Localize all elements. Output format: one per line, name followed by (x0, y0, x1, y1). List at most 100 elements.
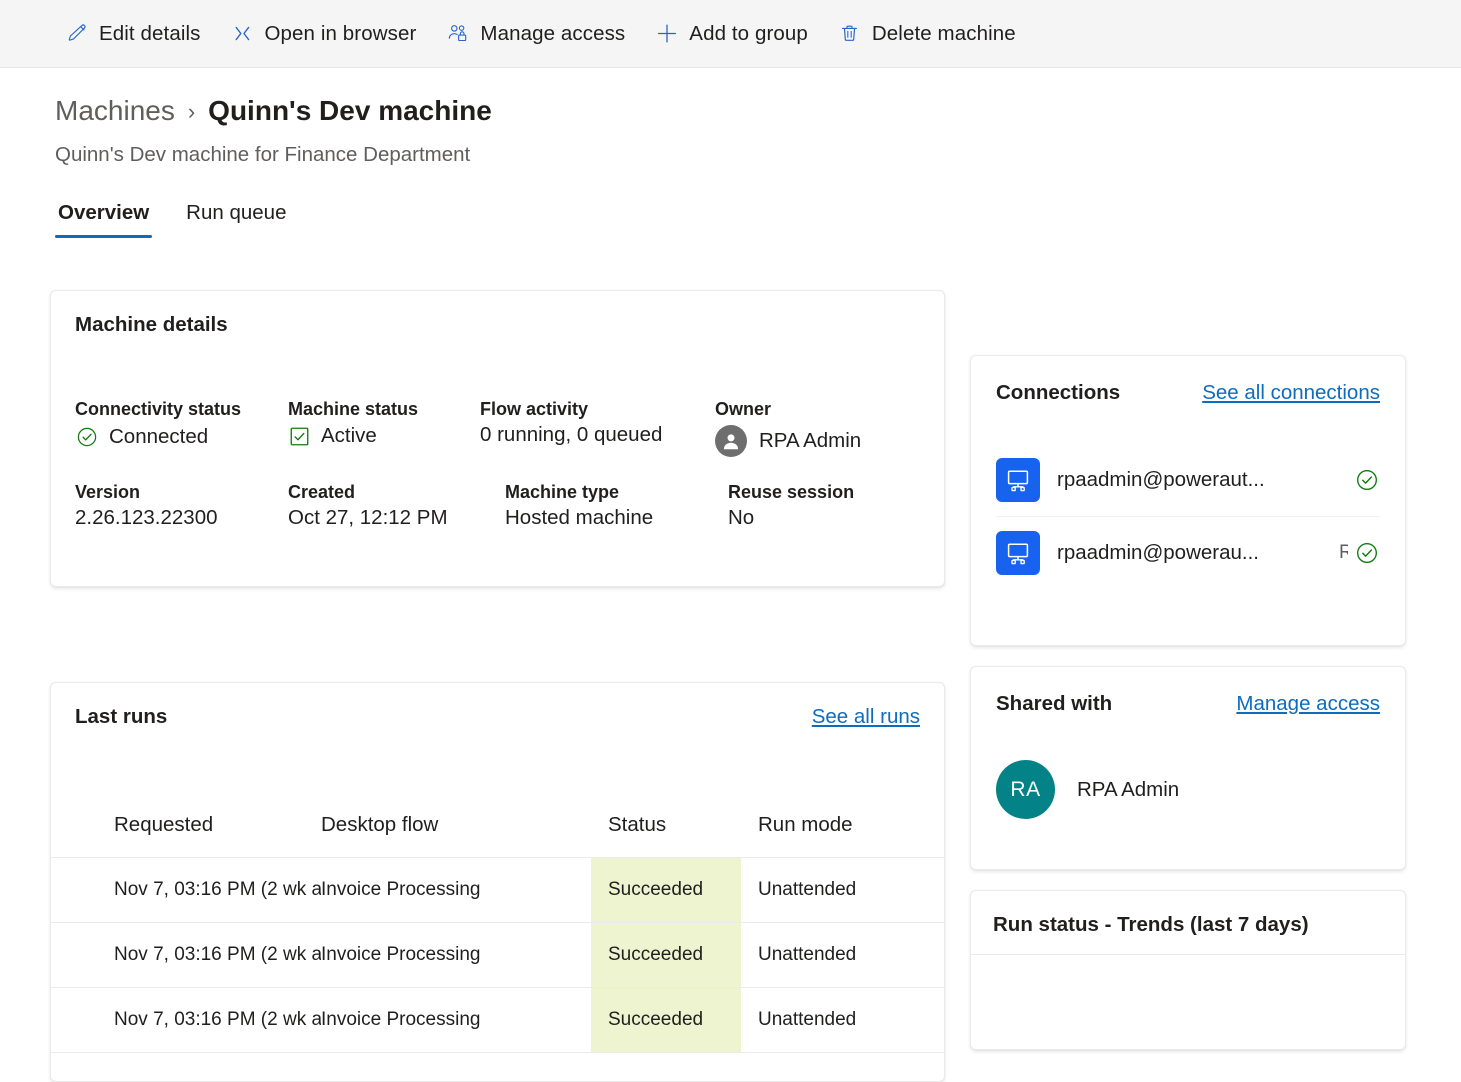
field-connectivity-status-value: Connected (109, 424, 209, 448)
cell-desktop-flow: Invoice Processing (321, 922, 591, 988)
field-version-label: Version (75, 482, 141, 502)
field-owner-value: RPA Admin (759, 428, 862, 452)
list-item[interactable]: rpaadmin@powerau... R (996, 516, 1380, 588)
field-created: Created Oct 27, 12:12 PM (288, 482, 448, 529)
shared-with-title: Shared with (996, 692, 1113, 715)
field-reuse-session-value-row: No (728, 507, 854, 529)
field-reuse-session-label: Reuse session (728, 482, 855, 502)
breadcrumb-machines-link[interactable]: Machines (55, 95, 175, 127)
field-connectivity-status: Connectivity status Connected (75, 399, 241, 449)
column-header-status[interactable]: Status (591, 799, 741, 858)
list-item[interactable]: rpaadmin@poweraut... (996, 444, 1380, 516)
field-flow-activity: Flow activity 0 running, 0 queued (480, 399, 662, 446)
trends-divider (971, 954, 1405, 955)
field-version: Version 2.26.123.22300 (75, 482, 218, 529)
last-runs-card: Last runs See all runs Requested Desktop… (50, 682, 945, 1082)
field-machine-type-value-row: Hosted machine (505, 506, 654, 529)
breadcrumb: Machines › Quinn's Dev machine (55, 95, 492, 127)
check-circle-icon (75, 425, 99, 449)
field-flow-activity-value-row: 0 running, 0 queued (480, 424, 662, 446)
column-header-run-mode[interactable]: Run mode (741, 799, 944, 858)
field-reuse-session: Reuse session No (728, 482, 854, 529)
tab-run-queue[interactable]: Run queue (183, 201, 289, 238)
open-in-browser-label: Open in browser (264, 21, 417, 45)
tab-overview[interactable]: Overview (55, 201, 153, 238)
table-header-row: Requested Desktop flow Status Run mode (51, 799, 944, 858)
connections-list: rpaadmin@poweraut... rpaadmin@powerau... (996, 444, 1380, 588)
machine-details-row-2: Version 2.26.123.22300 Created Oct 27, 1… (75, 482, 934, 565)
machine-details-grid: Connectivity status Connected Machine st… (75, 399, 934, 565)
connections-title: Connections (996, 381, 1121, 404)
trash-icon (839, 23, 861, 45)
cell-requested: Nov 7, 03:16 PM (2 wk ago) (51, 987, 321, 1053)
run-status-trends-card: Run status - Trends (last 7 days) (970, 890, 1406, 1050)
tab-list: Overview Run queue (55, 201, 320, 238)
table-row[interactable]: Nov 7, 03:16 PM (2 wk ago) Invoice Proce… (51, 987, 944, 1053)
delete-machine-button[interactable]: Delete machine (828, 14, 1027, 54)
manage-access-link[interactable]: Manage access (1236, 692, 1380, 716)
cell-desktop-flow: Invoice Processing (321, 987, 591, 1053)
see-all-runs-link[interactable]: See all runs (812, 705, 920, 729)
add-to-group-label: Add to group (689, 21, 808, 45)
add-to-group-button[interactable]: Add to group (645, 14, 819, 54)
open-in-browser-button[interactable]: Open in browser (220, 14, 427, 54)
field-owner-label: Owner (715, 399, 772, 419)
field-machine-status-label: Machine status (288, 399, 419, 419)
field-machine-status-value-row: Active (288, 425, 418, 448)
cell-desktop-flow: Invoice Processing (321, 857, 591, 923)
page-content: Machines › Quinn's Dev machine Quinn's D… (0, 68, 1461, 1082)
command-bar: Edit details Open in browser Manage acce… (0, 0, 1461, 68)
field-owner: Owner RPA Admin (715, 399, 861, 457)
avatar: RA (996, 760, 1055, 819)
page-subtitle: Quinn's Dev machine for Finance Departme… (55, 143, 471, 166)
field-created-value: Oct 27, 12:12 PM (288, 506, 448, 529)
breadcrumb-separator-icon: › (187, 99, 196, 124)
connection-name: rpaadmin@poweraut... (1057, 468, 1265, 491)
plus-icon (656, 23, 678, 45)
manage-access-label: Manage access (480, 21, 626, 45)
manage-access-icon (447, 23, 469, 45)
cell-status: Succeeded (591, 922, 741, 988)
machine-details-card: Machine details Connectivity status Conn… (50, 290, 945, 587)
field-created-label: Created (288, 482, 356, 502)
cell-run-mode: Unattended (741, 987, 944, 1053)
field-version-value-row: 2.26.123.22300 (75, 507, 218, 529)
connections-card: Connections See all connections rpaadmin… (970, 355, 1406, 646)
delete-machine-label: Delete machine (871, 21, 1016, 45)
desktop-flow-connection-icon (996, 458, 1040, 502)
see-all-connections-link[interactable]: See all connections (1202, 381, 1380, 405)
table-row[interactable]: Nov 7, 03:16 PM (2 wk ago) Invoice Proce… (51, 857, 944, 923)
field-connectivity-status-value-row: Connected (75, 425, 241, 449)
field-machine-type-label: Machine type (505, 482, 620, 502)
open-in-browser-icon (231, 23, 253, 45)
page-title: Quinn's Dev machine (208, 95, 492, 126)
machine-details-title: Machine details (75, 313, 228, 336)
manage-access-button[interactable]: Manage access (436, 14, 636, 54)
column-header-desktop-flow[interactable]: Desktop flow (321, 799, 591, 858)
list-item[interactable]: RA RPA Admin (996, 760, 1179, 819)
field-owner-value-row: RPA Admin (715, 425, 861, 457)
edit-details-button[interactable]: Edit details (55, 14, 211, 54)
field-machine-status-value: Active (321, 424, 377, 448)
shared-person-name: RPA Admin (1077, 777, 1180, 801)
cell-run-mode: Unattended (741, 857, 944, 923)
cell-status: Succeeded (591, 987, 741, 1053)
field-machine-status: Machine status Active (288, 399, 418, 448)
field-flow-activity-label: Flow activity (480, 399, 589, 419)
last-runs-title: Last runs (75, 705, 168, 728)
field-machine-type-value: Hosted machine (505, 506, 654, 529)
shared-with-card: Shared with Manage access RA RPA Admin (970, 666, 1406, 870)
connection-name: rpaadmin@powerau... (1057, 540, 1259, 564)
cell-status: Succeeded (591, 857, 741, 923)
field-connectivity-status-label: Connectivity status (75, 399, 242, 419)
person-avatar-icon (715, 425, 747, 457)
last-runs-table: Requested Desktop flow Status Run mode N… (51, 799, 944, 1053)
connection-extra-text: R (1339, 542, 1348, 564)
cell-requested: Nov 7, 03:16 PM (2 wk ago) (51, 857, 321, 923)
check-circle-icon (1354, 467, 1380, 493)
column-header-requested[interactable]: Requested (51, 799, 321, 858)
table-row[interactable]: Nov 7, 03:16 PM (2 wk ago) Invoice Proce… (51, 922, 944, 988)
desktop-flow-connection-icon (996, 530, 1040, 575)
run-status-trends-title: Run status - Trends (last 7 days) (993, 913, 1309, 936)
field-created-value-row: Oct 27, 12:12 PM (288, 506, 448, 529)
